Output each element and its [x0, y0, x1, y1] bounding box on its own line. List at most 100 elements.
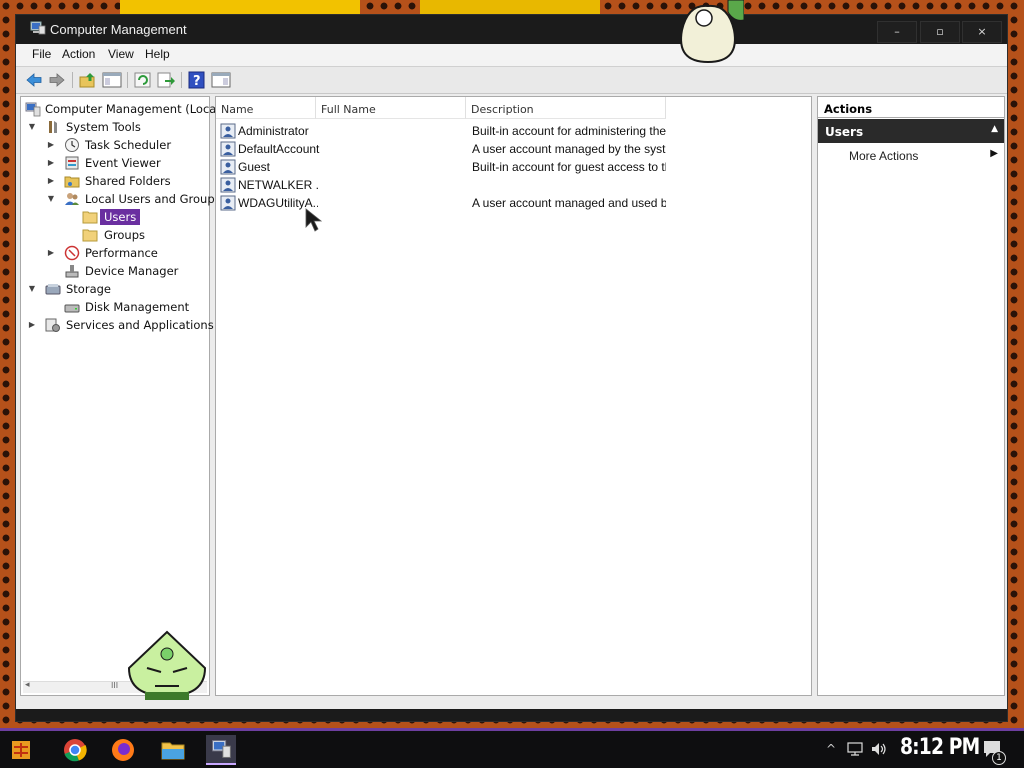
- collapse-arrow-icon[interactable]: ▼: [27, 118, 37, 136]
- tree-label: Device Manager: [85, 264, 179, 278]
- device-manager-icon: [65, 265, 79, 278]
- expand-arrow-icon[interactable]: ▶: [46, 136, 56, 154]
- start-icon[interactable]: [6, 735, 36, 765]
- column-header-full-name[interactable]: Full Name: [316, 97, 466, 119]
- svg-text:?: ?: [193, 74, 201, 89]
- user-account-icon: [220, 195, 236, 211]
- show-hidden-icons-icon[interactable]: ^: [826, 742, 836, 756]
- notification-count-badge: 1: [992, 751, 1006, 765]
- taskbar: ^ 8:12 PM 1: [0, 728, 1024, 768]
- storage-icon: [45, 284, 61, 295]
- expand-arrow-icon[interactable]: ▶: [46, 172, 56, 190]
- user-account-icon: [220, 177, 236, 193]
- column-header-description[interactable]: Description: [466, 97, 666, 119]
- cell-description: Built-in account for administering the .…: [472, 124, 666, 138]
- character-sticker: [127, 630, 207, 700]
- tree-label: Shared Folders: [85, 174, 171, 188]
- wallpaper-decoration: [120, 0, 360, 14]
- computer-management-icon: [30, 21, 46, 35]
- details-list: Name Full Name Description Administrator…: [215, 96, 812, 696]
- tree-label: Task Scheduler: [85, 138, 172, 152]
- menu-help[interactable]: Help: [145, 47, 170, 61]
- cell-name: NETWALKER ...: [238, 178, 318, 192]
- content-area: Computer Management (Local) ▼ System Too…: [16, 94, 1007, 709]
- taskbar-clock[interactable]: 8:12 PM: [900, 735, 980, 760]
- minimize-button[interactable]: –: [877, 21, 917, 43]
- title-bar[interactable]: Computer Management – ▫ ×: [16, 15, 1007, 43]
- tree-label: Disk Management: [85, 300, 190, 314]
- tree-label: Storage: [66, 282, 111, 296]
- window-title: Computer Management: [50, 22, 187, 37]
- computer-management-icon[interactable]: [206, 735, 236, 765]
- actions-section-label: Users: [825, 125, 864, 139]
- scroll-grip[interactable]: III: [111, 681, 118, 690]
- status-bar: [20, 698, 1003, 707]
- event-viewer-icon: [65, 156, 79, 170]
- tree-label-selected: Users: [100, 209, 141, 225]
- user-account-icon: [220, 123, 236, 139]
- folder-icon: [82, 211, 98, 224]
- back-icon[interactable]: [24, 71, 44, 89]
- console-tree: Computer Management (Local) ▼ System Too…: [20, 96, 224, 700]
- up-icon[interactable]: [78, 71, 98, 89]
- network-icon[interactable]: [846, 741, 864, 757]
- volume-icon[interactable]: [870, 741, 888, 757]
- expand-arrow-icon[interactable]: ▶: [46, 154, 56, 172]
- disk-management-icon: [64, 304, 80, 313]
- column-header-name[interactable]: Name: [216, 97, 316, 119]
- actions-pane: Actions Users ▲ More Actions ▶: [817, 96, 1005, 696]
- character-sticker: [680, 0, 744, 64]
- maximize-button[interactable]: ▫: [920, 21, 960, 43]
- tree-label: Local Users and Groups: [85, 192, 221, 206]
- menu-view[interactable]: View: [108, 47, 134, 61]
- cell-description: A user account managed and used b...: [472, 196, 666, 210]
- tree-label: Services and Applications: [66, 318, 214, 332]
- menu-bar: File Action View Help: [16, 44, 1007, 66]
- show-hide-tree-icon[interactable]: [102, 71, 122, 89]
- tree-label: Performance: [85, 246, 158, 260]
- table-row[interactable]: Guest Built-in account for guest access …: [218, 158, 668, 176]
- user-account-icon: [220, 159, 236, 175]
- services-icon: [45, 318, 60, 332]
- table-row[interactable]: DefaultAccount A user account managed by…: [218, 140, 668, 158]
- user-account-icon: [220, 141, 236, 157]
- export-list-icon[interactable]: [156, 71, 176, 89]
- firefox-icon[interactable]: [108, 735, 138, 765]
- computer-management-window: Computer Management – ▫ × File Action Vi…: [15, 14, 1008, 722]
- computer-management-icon: [25, 102, 41, 117]
- tree-label: Event Viewer: [85, 156, 161, 170]
- expand-arrow-icon[interactable]: ▶: [27, 316, 37, 334]
- menu-action[interactable]: Action: [62, 47, 95, 61]
- refresh-icon[interactable]: [133, 71, 153, 89]
- table-row[interactable]: NETWALKER ...: [218, 176, 668, 194]
- actions-section-users[interactable]: Users ▲: [818, 119, 1004, 143]
- actions-header: Actions: [818, 97, 1004, 118]
- submenu-arrow-icon[interactable]: ▶: [990, 148, 998, 159]
- help-icon[interactable]: ?: [187, 71, 207, 89]
- expand-arrow-icon[interactable]: ▶: [46, 244, 56, 262]
- collapse-up-icon[interactable]: ▲: [991, 124, 998, 134]
- scroll-left-arrow-icon[interactable]: ◂: [25, 680, 30, 690]
- show-hide-action-pane-icon[interactable]: [211, 71, 231, 89]
- table-row[interactable]: WDAGUtilityA... A user account managed a…: [218, 194, 668, 212]
- file-explorer-icon[interactable]: [158, 735, 188, 765]
- tree-label: Computer Management (Local): [45, 102, 225, 116]
- toolbar: ?: [16, 66, 1007, 94]
- cell-description: Built-in account for guest access to th.…: [472, 160, 666, 174]
- clock-icon: [65, 138, 79, 152]
- close-button[interactable]: ×: [962, 21, 1002, 43]
- table-row[interactable]: Administrator Built-in account for admin…: [218, 122, 668, 140]
- collapse-arrow-icon[interactable]: ▼: [46, 190, 56, 208]
- folder-icon: [82, 229, 98, 242]
- more-actions-item[interactable]: More Actions: [849, 149, 918, 163]
- collapse-arrow-icon[interactable]: ▼: [27, 280, 37, 298]
- users-group-icon: [65, 193, 79, 205]
- tree-label: Groups: [104, 228, 146, 242]
- cell-description: A user account managed by the syst...: [472, 142, 666, 156]
- tree-label: System Tools: [66, 120, 141, 134]
- performance-icon: [64, 245, 80, 261]
- menu-file[interactable]: File: [32, 47, 51, 61]
- forward-icon[interactable]: [47, 71, 67, 89]
- shared-folder-icon: [64, 176, 80, 188]
- chrome-icon[interactable]: [60, 735, 90, 765]
